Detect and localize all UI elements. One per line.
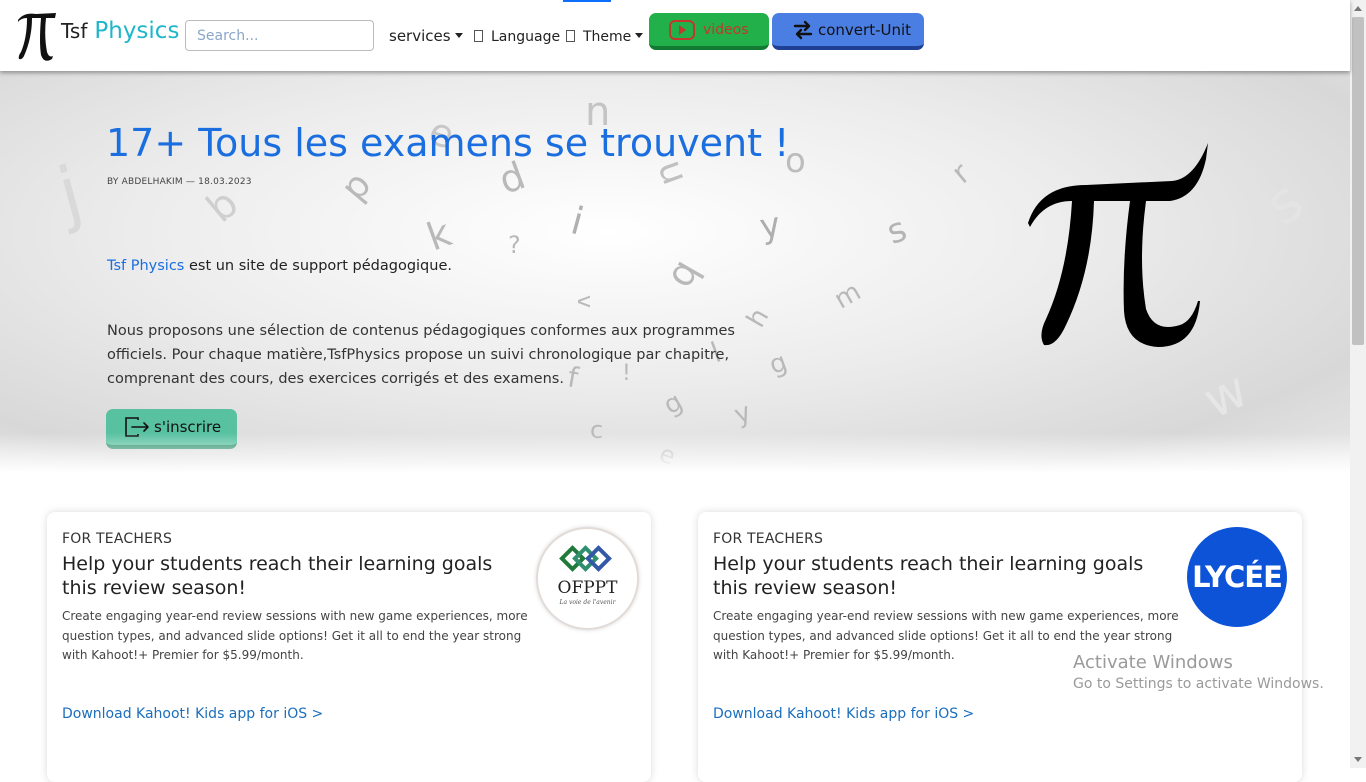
teacher-card: FOR TEACHERS Help your students reach th… (698, 512, 1302, 782)
language-icon (474, 30, 483, 42)
download-ios-link[interactable]: Download Kahoot! Kids app for iOS > (62, 706, 323, 722)
ofppt-logo: OFPPT La voie de l'avenir (536, 527, 639, 630)
search-input[interactable] (185, 20, 374, 51)
vertical-scrollbar[interactable] (1350, 0, 1366, 768)
hero-banner: j b p e d u k ? i n o q v h y l f ! g g … (0, 71, 1350, 473)
pi-logo-icon[interactable] (14, 6, 58, 62)
services-dropdown[interactable]: services (389, 27, 463, 45)
videos-label: videos (703, 21, 749, 38)
brand-name[interactable]: Tsf Physics (61, 18, 179, 44)
card-title: Help your students reach their learning … (62, 553, 493, 599)
caret-down-icon (635, 33, 644, 38)
card-kicker: FOR TEACHERS (713, 531, 824, 547)
swap-arrows-icon (793, 20, 813, 39)
intro-rest: est un site de support pédagogique. (184, 258, 452, 274)
videos-button[interactable]: videos (649, 13, 769, 50)
hero-title: 17+ Tous les examens se trouvent ! (106, 121, 790, 165)
brand-part-2: Physics (94, 18, 180, 44)
services-label: services (389, 27, 451, 45)
youtube-play-icon (669, 19, 695, 40)
watermark-line-1: Activate Windows (1073, 652, 1233, 673)
theme-label: Theme (583, 29, 632, 45)
bg-letter: b (198, 180, 248, 232)
bg-letter: g (658, 386, 688, 422)
card-text: Create engaging year-end review sessions… (62, 609, 528, 662)
bg-letter: r (945, 156, 978, 191)
language-menu[interactable]: Language (474, 29, 560, 45)
hero-description: Nous proposons une sélection de contenus… (107, 323, 735, 387)
card-title: Help your students reach their learning … (713, 553, 1144, 599)
bg-letter: g (765, 347, 792, 381)
language-label: Language (491, 29, 561, 45)
intro-brand-link[interactable]: Tsf Physics (107, 258, 184, 274)
pi-symbol-icon (1028, 143, 1208, 347)
bg-letter: j (49, 149, 91, 237)
theme-icon (566, 30, 575, 42)
ofppt-logo-text: OFPPT (557, 578, 618, 598)
signup-button[interactable]: s'inscrire (106, 409, 237, 449)
ofppt-logo-tagline: La voie de l'avenir (559, 599, 616, 606)
bg-letter: s (881, 209, 913, 253)
bg-letter: p (333, 164, 380, 209)
convert-unit-button[interactable]: convert-Unit (772, 13, 924, 50)
caret-down-icon (454, 32, 463, 38)
bg-letter: y (730, 397, 756, 431)
brand-part-1: Tsf (61, 19, 88, 43)
navbar: Tsf Physics services Language Theme vide… (0, 0, 1350, 71)
scrollbar-thumb[interactable] (1352, 17, 1364, 345)
lycee-logo: LYCÉE (1187, 527, 1287, 627)
bg-letter: y (756, 204, 784, 248)
bg-letter: s (1253, 168, 1316, 239)
activate-windows-watermark: Activate Windows Go to Settings to activ… (1073, 652, 1324, 692)
bg-letter: i (566, 198, 589, 244)
download-ios-link[interactable]: Download Kahoot! Kids app for iOS > (713, 706, 974, 722)
bg-letter: k (421, 210, 457, 260)
bg-letter: ? (508, 231, 521, 259)
bg-letter: q (656, 251, 708, 295)
scroll-down-arrow-icon[interactable] (1354, 757, 1362, 762)
intro-text: Tsf Physics est un site de support pédag… (107, 258, 452, 274)
bg-letter: e (655, 439, 680, 471)
bg-letter: m (829, 276, 867, 316)
bg-letter: v (572, 294, 598, 309)
teacher-card: FOR TEACHERS Help your students reach th… (47, 512, 651, 782)
bg-letter: w (1194, 360, 1257, 430)
watermark-line-2: Go to Settings to activate Windows. (1073, 676, 1324, 692)
sign-in-icon (125, 417, 149, 437)
signup-label: s'inscrire (154, 418, 222, 436)
byline: BY ABDELHAKIM — 18.03.2023 (107, 177, 252, 187)
scroll-up-arrow-icon[interactable] (1354, 6, 1362, 11)
card-kicker: FOR TEACHERS (62, 531, 173, 547)
theme-dropdown[interactable]: Theme (566, 29, 644, 45)
convert-label: convert-Unit (818, 20, 912, 39)
bg-letter: c (590, 416, 604, 444)
active-indicator (563, 0, 611, 2)
